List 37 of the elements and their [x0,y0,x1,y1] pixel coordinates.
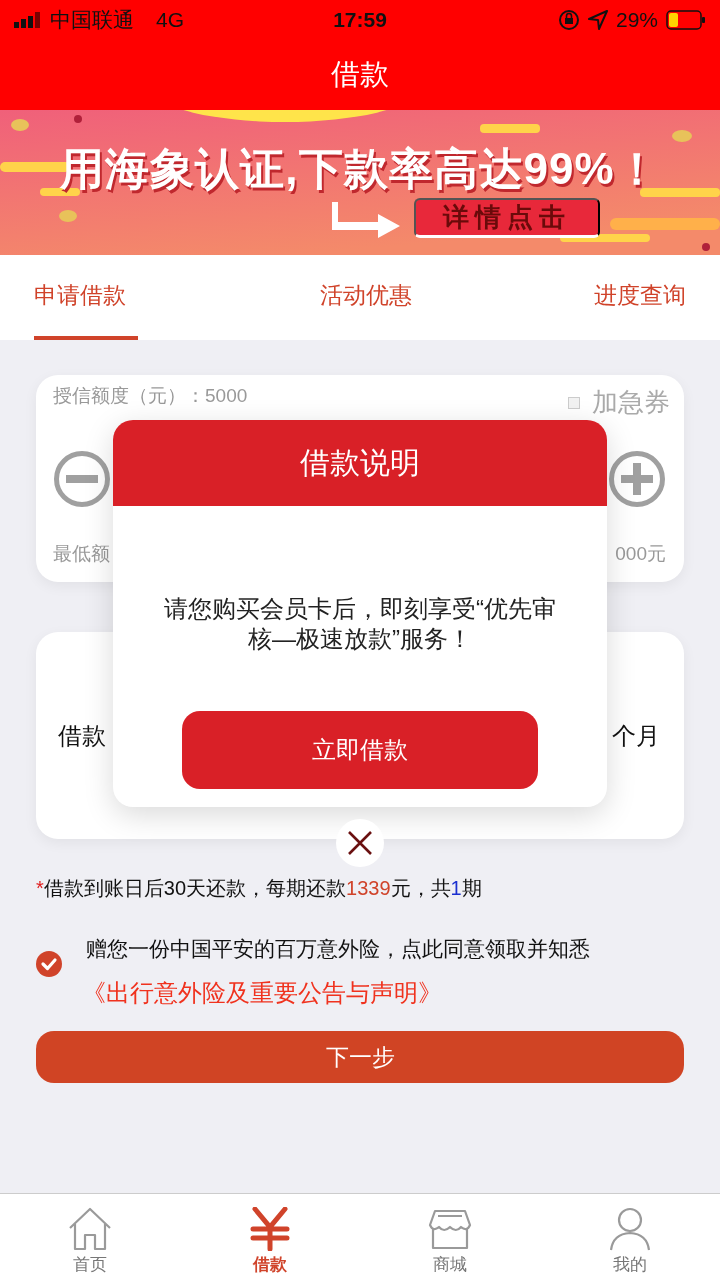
banner-headline: 用海象认证,下款率高达99%！ [58,143,661,195]
agreement-link[interactable]: 《出行意外险及重要公告与声明》 [82,977,684,1009]
repayment-note: *借款到账日后30天还款，每期还款1339元，共1期 [36,876,483,901]
tab[interactable]: 进度查询 [594,255,686,340]
yuan-icon [250,1207,290,1251]
tab[interactable]: 申请借款 [34,255,138,340]
agree-checkbox[interactable] [36,951,62,977]
borrow-now-button[interactable]: 立即借款 [182,711,538,789]
nav-item[interactable]: 商城 [360,1194,540,1280]
person-icon [609,1207,651,1251]
next-button[interactable]: 下一步 [36,1031,684,1083]
tab[interactable]: 活动优惠 [320,255,412,340]
nav-item[interactable]: 借款 [180,1194,360,1280]
page-title: 借款 [331,57,389,92]
term-label: 借款 [58,720,106,751]
battery-icon [666,10,706,30]
dialog-title: 借款说明 [113,420,607,506]
nav-item[interactable]: 我的 [540,1194,720,1280]
nav-item[interactable]: 首页 [0,1194,180,1280]
term-unit: 个月 [612,720,660,751]
minus-icon[interactable] [53,450,111,508]
credit-limit: 授信额度（元）：5000 [53,384,248,408]
home-icon [67,1207,113,1251]
max-amount-label: 000元 [615,542,666,566]
clock: 17:59 [333,8,387,32]
min-amount-label: 最低额 [53,542,110,566]
plus-icon[interactable] [608,450,666,508]
rotation-lock-icon [557,9,580,31]
agreement-text: 赠您一份中国平安的百万意外险，点此同意领取并知悉 [86,936,591,962]
carrier-name: 中国联通 [50,7,134,33]
signal-icon [14,12,42,28]
details-button[interactable]: 详情点击 [414,198,600,238]
network-type: 4G [156,8,184,32]
location-icon [587,10,608,30]
dialog-message: 请您购买会员卡后，即刻享受“优先审核—极速放款”服务！ [164,594,556,654]
battery-percent: 29% [615,8,658,32]
shop-icon [428,1207,472,1251]
